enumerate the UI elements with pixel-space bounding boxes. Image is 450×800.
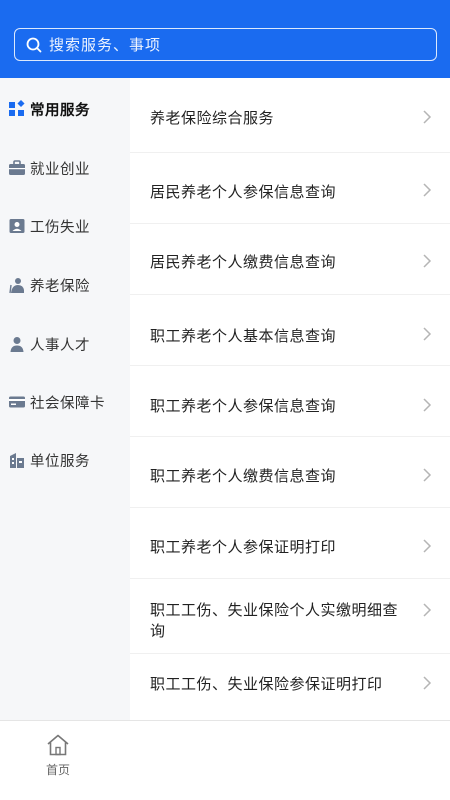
sidebar-item-label: 单位服务	[30, 453, 90, 470]
building-icon	[8, 451, 26, 469]
search-placeholder: 搜索服务、事项	[49, 36, 162, 54]
chevron-right-icon	[423, 676, 432, 690]
service-label: 职工养老个人基本信息查询	[150, 327, 337, 345]
home-icon	[47, 734, 69, 756]
sidebar-item-pension[interactable]: 养老保险	[0, 265, 130, 305]
grid-icon	[8, 100, 26, 118]
sidebar-item-label: 常用服务	[30, 102, 90, 119]
sidebar-item-personnel[interactable]: 人事人才	[0, 324, 130, 364]
card-icon	[8, 393, 26, 411]
id-card-icon	[8, 217, 26, 235]
service-label: 居民养老个人参保信息查询	[150, 183, 337, 201]
sidebar-item-common[interactable]: 常用服务	[0, 89, 130, 129]
sidebar-item-label: 工伤失业	[30, 219, 90, 236]
list-item[interactable]: 职工养老个人参保信息查询	[130, 366, 450, 436]
bottom-tab-bar: 首页	[0, 720, 450, 800]
service-label: 居民养老个人缴费信息查询	[150, 253, 337, 271]
sidebar-item-employment[interactable]: 就业创业	[0, 148, 130, 188]
list-item[interactable]: 职工养老个人参保证明打印	[130, 508, 450, 578]
chevron-right-icon	[423, 110, 432, 124]
list-fade-overlay	[130, 690, 450, 720]
service-label: 职工工伤、失业保险个人实缴明细查询	[150, 601, 399, 640]
list-item[interactable]: 职工工伤、失业保险个人实缴明细查询	[130, 579, 450, 653]
sidebar-item-label: 养老保险	[30, 278, 90, 295]
list-item[interactable]: 居民养老个人缴费信息查询	[130, 224, 450, 294]
sidebar-item-label: 就业创业	[30, 161, 90, 178]
service-label: 职工养老个人缴费信息查询	[150, 467, 337, 485]
list-item[interactable]: 居民养老个人参保信息查询	[130, 153, 450, 223]
service-list: 养老保险综合服务 居民养老个人参保信息查询 居民养老个人缴费信息查询 职工养老个…	[130, 78, 450, 720]
briefcase-icon	[8, 159, 26, 177]
list-item[interactable]: 职工养老个人基本信息查询	[130, 295, 450, 365]
sidebar-item-label: 人事人才	[30, 337, 90, 354]
service-label: 职工养老个人参保信息查询	[150, 397, 337, 415]
sidebar-item-employer[interactable]: 单位服务	[0, 440, 130, 480]
chevron-right-icon	[423, 539, 432, 553]
search-icon	[25, 36, 43, 54]
chevron-right-icon	[423, 254, 432, 268]
chevron-right-icon	[423, 327, 432, 341]
chevron-right-icon	[423, 468, 432, 482]
header: 搜索服务、事项	[0, 0, 450, 78]
sidebar-item-label: 社会保障卡	[30, 395, 105, 412]
list-item[interactable]: 职工养老个人缴费信息查询	[130, 437, 450, 507]
sidebar-item-injury-unemployment[interactable]: 工伤失业	[0, 206, 130, 246]
service-label: 养老保险综合服务	[150, 109, 275, 127]
tab-home[interactable]: 首页	[36, 733, 80, 778]
chevron-right-icon	[423, 603, 432, 617]
tab-home-label: 首页	[45, 763, 70, 777]
chevron-right-icon	[423, 183, 432, 197]
search-input[interactable]: 搜索服务、事项	[14, 28, 437, 61]
chevron-right-icon	[423, 398, 432, 412]
elder-icon	[8, 276, 26, 294]
person-icon	[8, 335, 26, 353]
sidebar-item-social-security-card[interactable]: 社会保障卡	[0, 382, 130, 422]
service-label: 职工养老个人参保证明打印	[150, 538, 337, 556]
list-item[interactable]: 养老保险综合服务	[130, 78, 450, 152]
category-sidebar: 常用服务 就业创业 工伤失业 养老保险 人事人才 社会保障卡 单位服务	[0, 78, 130, 720]
